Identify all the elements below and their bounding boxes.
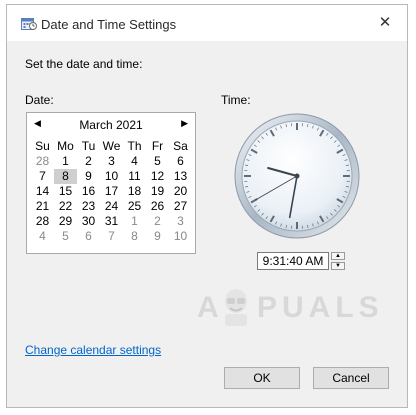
date-time-settings-icon <box>21 18 37 30</box>
calendar-day[interactable]: 1 <box>123 214 146 229</box>
calendar-header: ◀ March 2021 ▶ <box>27 113 195 137</box>
time-label: Time: <box>221 93 251 107</box>
calendar-day[interactable]: 28 <box>31 154 54 169</box>
calendar-day[interactable]: 6 <box>169 154 192 169</box>
calendar-day[interactable]: 11 <box>123 169 146 184</box>
weekday-header: Sa <box>173 139 188 153</box>
analog-clock <box>234 113 360 239</box>
calendar-day[interactable]: 12 <box>146 169 169 184</box>
weekday-header: Tu <box>81 139 96 153</box>
calendar-day[interactable]: 20 <box>169 184 192 199</box>
calendar-day[interactable]: 3 <box>100 154 123 169</box>
calendar-day[interactable]: 1 <box>54 154 77 169</box>
time-input[interactable]: 9:31:40 AM <box>257 252 329 270</box>
calendar-day[interactable]: 9 <box>77 169 100 184</box>
calendar-day[interactable]: 7 <box>100 229 123 244</box>
ok-button[interactable]: OK <box>224 367 300 389</box>
calendar-day[interactable]: 10 <box>169 229 192 244</box>
weekday-header: Fr <box>151 139 164 153</box>
set-date-time-prompt: Set the date and time: <box>25 57 143 71</box>
calendar-day[interactable]: 28 <box>31 214 54 229</box>
spin-up-icon[interactable]: ▲ <box>331 252 345 260</box>
weekday-header: Th <box>127 139 142 153</box>
calendar-day[interactable]: 3 <box>169 214 192 229</box>
title-bar: Date and Time Settings ✕ <box>7 5 407 41</box>
calendar-day[interactable]: 6 <box>77 229 100 244</box>
calendar-day[interactable]: 16 <box>77 184 100 199</box>
calendar-month-label[interactable]: March 2021 <box>27 118 195 132</box>
calendar-day[interactable]: 30 <box>77 214 100 229</box>
time-spinner: 9:31:40 AM ▲ ▼ <box>257 252 345 270</box>
calendar-day[interactable]: 4 <box>123 154 146 169</box>
calendar-day-grid: Su Mo Tu We Th Fr Sa 28 1 2 3 4 5 6 7 8 9 10 11 12 13 14 15 16 1… <box>31 139 191 244</box>
calendar-day[interactable]: 2 <box>77 154 100 169</box>
date-time-dialog: Date and Time Settings ✕ Set the date an… <box>6 4 408 408</box>
calendar-day[interactable]: 8 <box>123 229 146 244</box>
calendar-day[interactable]: 4 <box>31 229 54 244</box>
calendar-day[interactable]: 24 <box>100 199 123 214</box>
calendar-day[interactable]: 25 <box>123 199 146 214</box>
calendar-day[interactable]: 15 <box>54 184 77 199</box>
window-title: Date and Time Settings <box>41 17 177 32</box>
close-icon[interactable]: ✕ <box>377 15 393 31</box>
calendar-day[interactable]: 23 <box>77 199 100 214</box>
weekday-header: Su <box>35 139 50 153</box>
spin-down-icon[interactable]: ▼ <box>331 262 345 270</box>
calendar-day[interactable]: 18 <box>123 184 146 199</box>
calendar-day[interactable]: 29 <box>54 214 77 229</box>
calendar-day[interactable]: 22 <box>54 199 77 214</box>
weekday-header: We <box>102 139 121 153</box>
weekday-header: Mo <box>57 139 74 153</box>
next-month-icon[interactable]: ▶ <box>181 118 188 129</box>
calendar-day[interactable]: 5 <box>146 154 169 169</box>
calendar-day[interactable]: 21 <box>31 199 54 214</box>
calendar-day[interactable]: 19 <box>146 184 169 199</box>
calendar-day[interactable]: 7 <box>31 169 54 184</box>
calendar-day[interactable]: 27 <box>169 199 192 214</box>
watermark-text: PUALS <box>257 291 384 324</box>
calendar-day[interactable]: 31 <box>100 214 123 229</box>
watermark-mascot-icon <box>225 289 247 326</box>
month-calendar: ◀ March 2021 ▶ Su Mo Tu We Th Fr Sa 28 1 2 3 4 5 6 7 8 9… <box>26 112 196 254</box>
calendar-day[interactable]: 10 <box>100 169 123 184</box>
calendar-day[interactable]: 2 <box>146 214 169 229</box>
calendar-day[interactable]: 5 <box>54 229 77 244</box>
date-label: Date: <box>25 93 54 107</box>
calendar-day[interactable]: 9 <box>146 229 169 244</box>
cancel-button[interactable]: Cancel <box>313 367 389 389</box>
calendar-day[interactable]: 13 <box>169 169 192 184</box>
change-calendar-settings-link[interactable]: Change calendar settings <box>25 343 161 357</box>
calendar-day-selected[interactable]: 8 <box>54 169 77 184</box>
calendar-day[interactable]: 14 <box>31 184 54 199</box>
calendar-day[interactable]: 26 <box>146 199 169 214</box>
calendar-day[interactable]: 17 <box>100 184 123 199</box>
